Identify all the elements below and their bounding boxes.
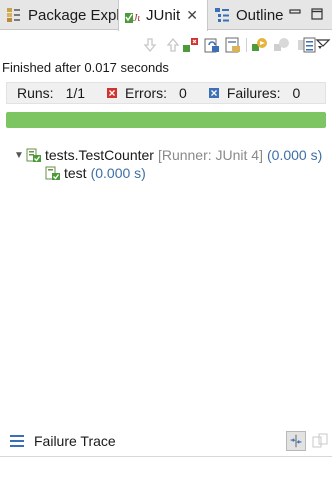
outline-icon <box>215 8 229 22</box>
tree-row-test[interactable]: test (0.000 s) <box>14 164 322 182</box>
compare-icon[interactable] <box>310 431 330 451</box>
toolbar-separator <box>246 38 247 52</box>
runs-value: 1/1 <box>65 85 86 101</box>
tab-package-explorer[interactable]: Package Explor <box>6 0 118 30</box>
test-time: (0.000 s) <box>90 165 146 181</box>
show-failures-only-icon[interactable] <box>182 36 200 54</box>
previous-failure-icon[interactable] <box>164 36 182 54</box>
tab-junit-label: JUnit <box>146 7 181 24</box>
run-status-text: Finished after 0.017 seconds <box>2 60 169 75</box>
failure-trace-header: Failure Trace <box>0 426 332 456</box>
suite-name: tests.TestCounter <box>45 147 154 163</box>
tab-outline[interactable]: Outline <box>214 0 284 30</box>
failure-trace-title: Failure Trace <box>34 433 116 449</box>
view-tab-bar: Package Explor Ju JUnit ✕ Outline <box>0 0 332 31</box>
view-menu-icon[interactable] <box>314 36 332 54</box>
junit-icon: Ju <box>125 12 140 24</box>
test-progress-bar <box>6 112 326 128</box>
next-failure-icon[interactable] <box>141 36 159 54</box>
test-name: test <box>64 165 87 181</box>
failure-trace-icon <box>10 435 24 447</box>
tab-junit[interactable]: Ju JUnit ✕ <box>118 0 208 31</box>
suite-runner: [Runner: JUnit 4] <box>157 147 263 163</box>
tree-row-suite[interactable]: ▼ tests.TestCounter [Runner: JUnit 4] (0… <box>14 146 322 164</box>
minimize-icon[interactable] <box>288 7 302 21</box>
failure-trace-divider <box>0 456 332 457</box>
failures-value: 0 <box>292 85 301 101</box>
junit-toolbar <box>0 30 332 60</box>
filter-stack-icon[interactable] <box>286 431 306 451</box>
test-tree: ▼ tests.TestCounter [Runner: JUnit 4] (0… <box>14 146 322 182</box>
error-icon <box>107 88 118 98</box>
tab-package-explorer-label: Package Explor <box>28 6 118 24</box>
test-suite-icon <box>26 148 41 162</box>
errors-value: 0 <box>179 85 187 101</box>
rerun-failed-first-icon[interactable] <box>273 36 291 54</box>
runs-label: Runs: <box>17 85 54 101</box>
test-progress-fill <box>6 112 326 128</box>
package-explorer-icon <box>7 8 20 22</box>
scroll-lock-icon[interactable] <box>203 36 221 54</box>
tab-outline-label: Outline <box>236 6 284 24</box>
close-icon[interactable]: ✕ <box>186 7 198 24</box>
errors-label: Errors: <box>125 85 168 101</box>
maximize-icon[interactable] <box>310 7 324 21</box>
rerun-icon[interactable] <box>251 36 269 54</box>
test-run-history-icon[interactable] <box>224 36 242 54</box>
svg-text:Ju: Ju <box>133 13 140 24</box>
suite-time: (0.000 s) <box>267 147 323 163</box>
counters-panel: Runs: 1/1 Errors: 0 Failures: 0 <box>6 82 326 104</box>
failure-icon <box>208 88 219 98</box>
test-icon <box>45 166 60 180</box>
expand-arrow-icon[interactable]: ▼ <box>14 150 26 161</box>
failures-label: Failures: <box>226 85 281 101</box>
